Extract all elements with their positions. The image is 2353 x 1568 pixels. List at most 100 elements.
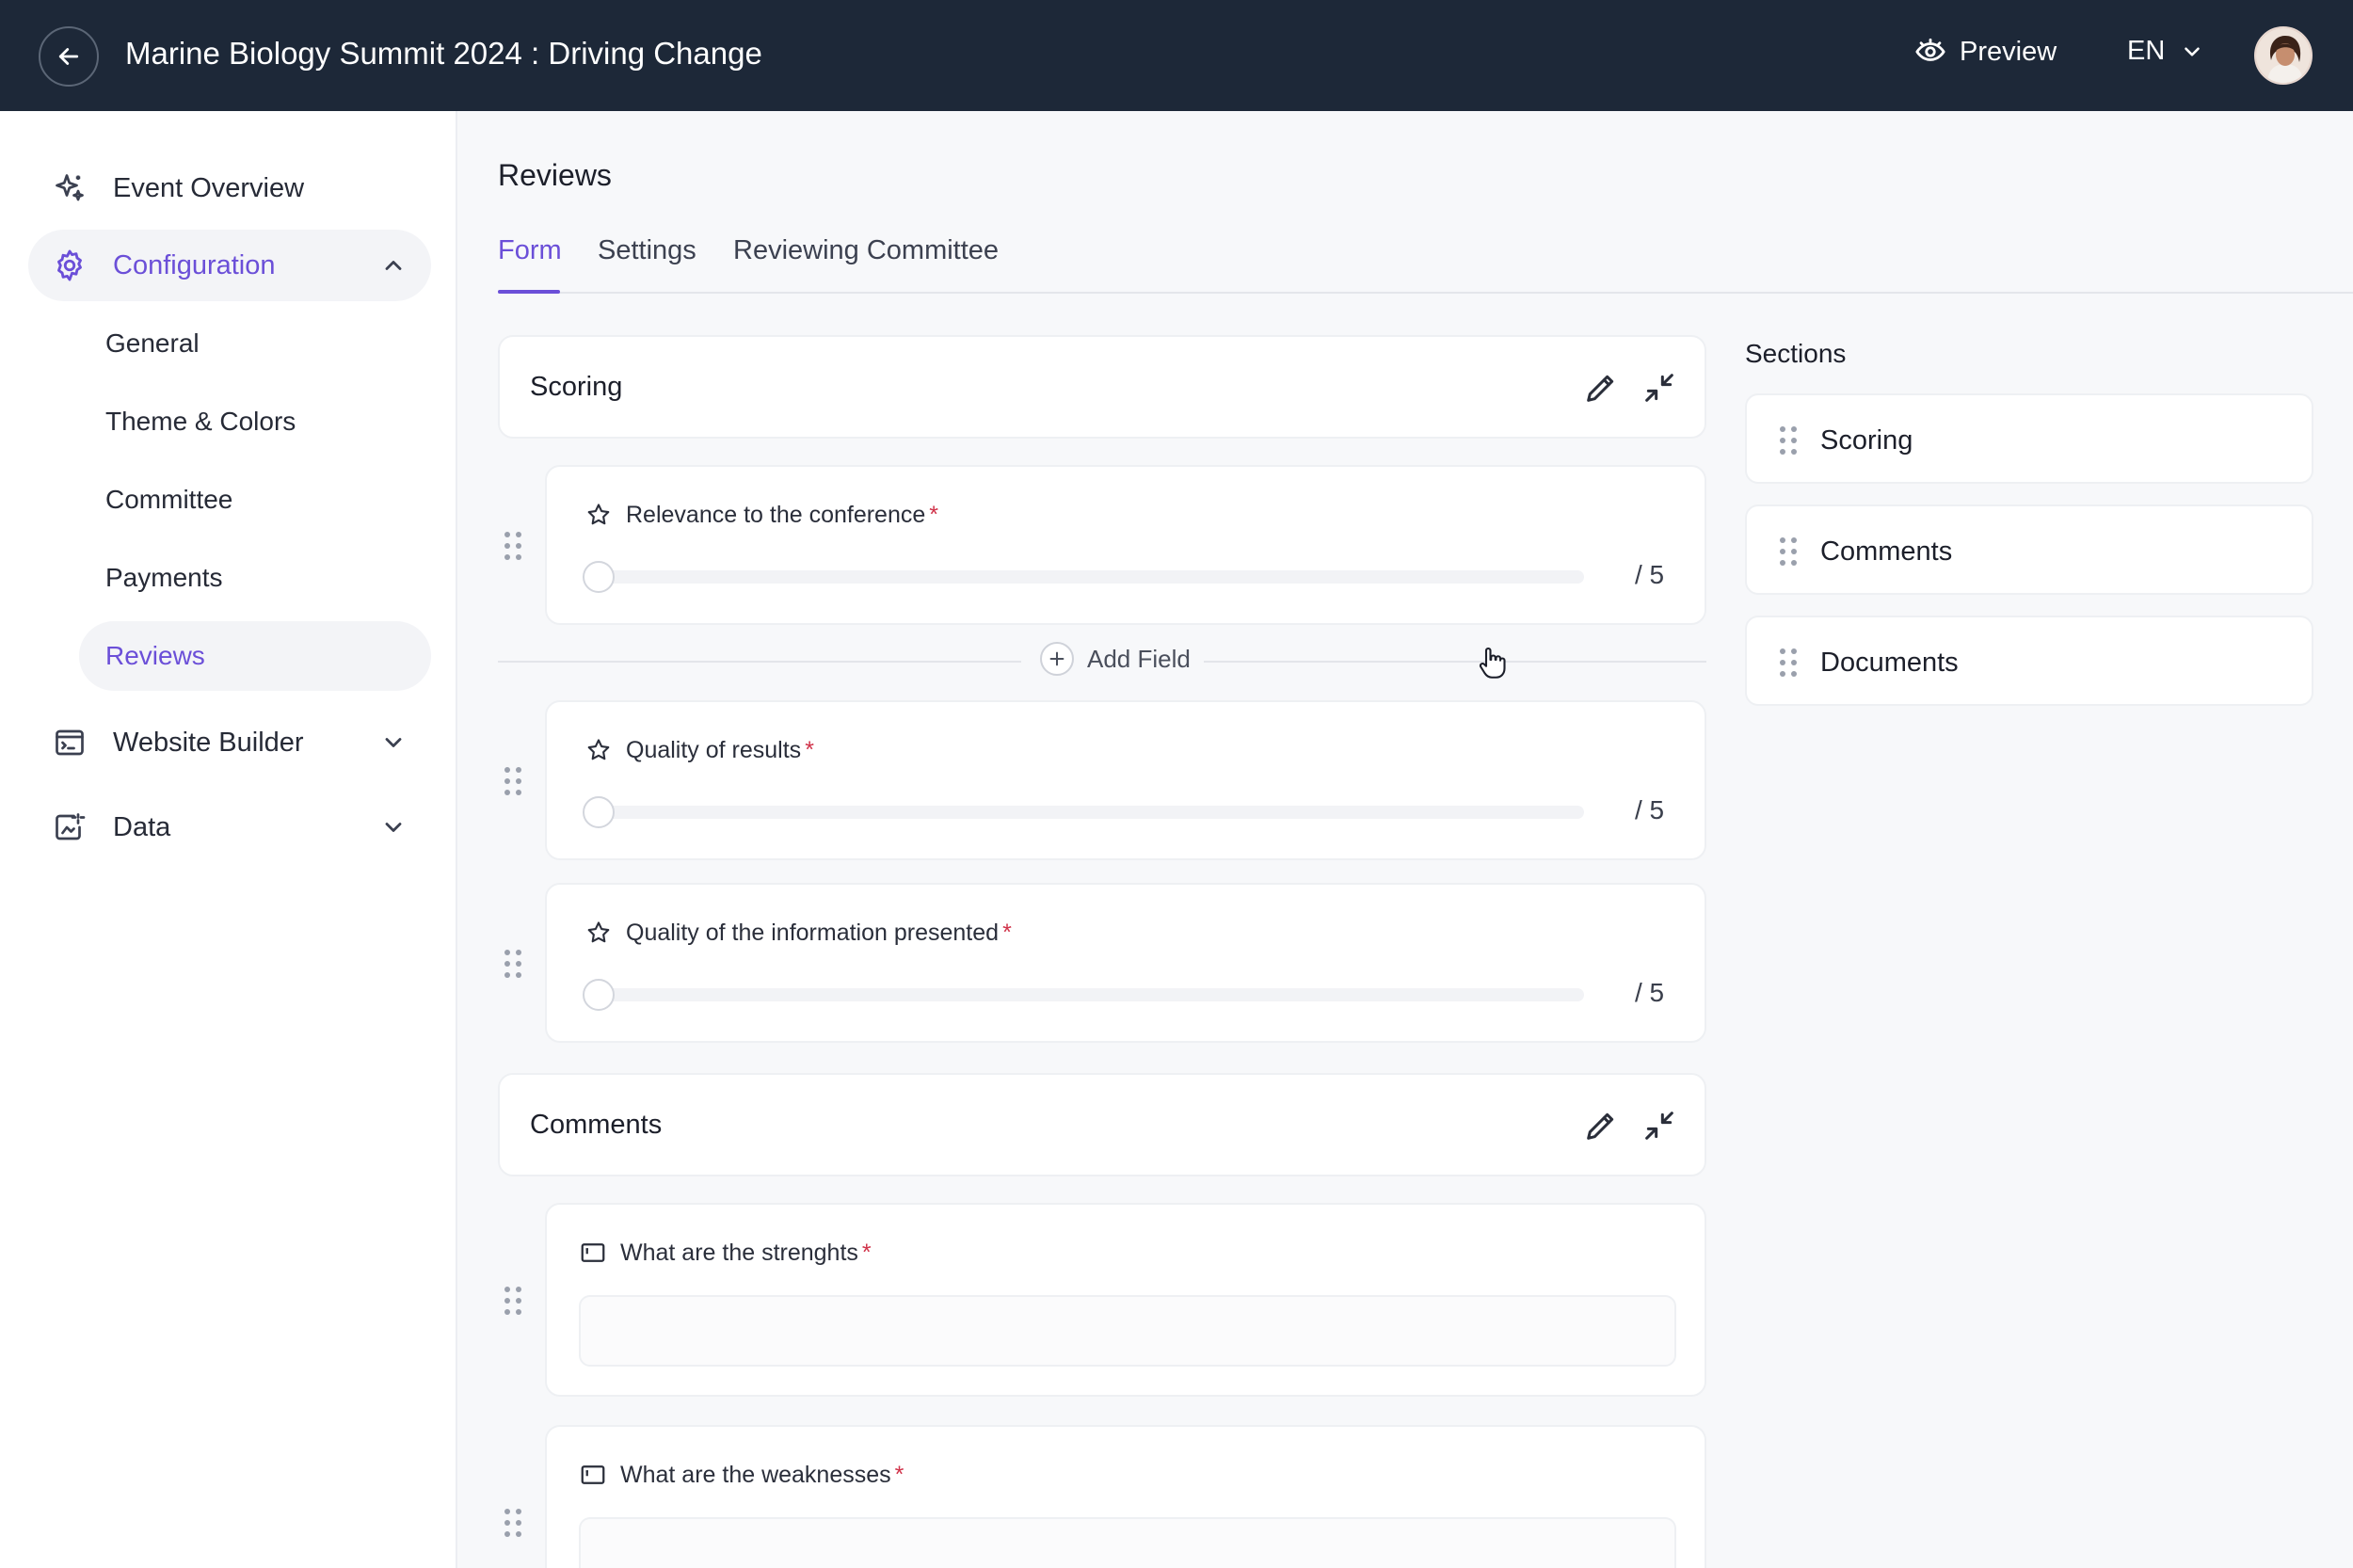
subitem-label: Reviews [105, 641, 205, 670]
sidebar-subitem-payments[interactable]: Payments [79, 543, 431, 613]
section-item-comments[interactable]: Comments [1745, 504, 2313, 595]
sidebar-item-label: Data [113, 811, 171, 842]
sidebar-subitem-committee[interactable]: Committee [79, 465, 431, 535]
tab-settings[interactable]: Settings [598, 235, 696, 266]
subitem-label: Payments [105, 563, 223, 592]
field-label: What are the weaknesses * [579, 1461, 904, 1489]
chevron-down-icon [2185, 46, 2201, 56]
section-drag-handle[interactable] [1777, 424, 1800, 457]
edit-section-button[interactable] [1582, 1107, 1620, 1144]
field-label-text: What are the weaknesses [620, 1461, 891, 1488]
preview-button[interactable]: Preview [1914, 36, 2057, 68]
sidebar-item-label: Event Overview [113, 172, 305, 203]
collapse-section-button[interactable] [1641, 369, 1678, 407]
drag-handle-icon [504, 1509, 521, 1537]
required-marker: * [861, 1239, 872, 1266]
weaknesses-textbox[interactable] [579, 1517, 1676, 1568]
scoring-field-card: Quality of the information presented * /… [545, 883, 1706, 1043]
comment-field-card: What are the weaknesses * [545, 1425, 1706, 1568]
field-drag-handle[interactable] [502, 764, 524, 798]
section-title: Scoring [530, 372, 623, 402]
section-title: Comments [530, 1110, 663, 1140]
field-drag-handle[interactable] [502, 947, 524, 981]
drag-handle-icon [1780, 648, 1797, 677]
add-field-button[interactable]: Add Field [1027, 642, 1204, 676]
sidebar-subitem-theme-colors[interactable]: Theme & Colors [79, 387, 431, 456]
back-button[interactable] [39, 26, 99, 87]
tab-reviewing-committee[interactable]: Reviewing Committee [733, 235, 999, 266]
slider-thumb[interactable] [583, 979, 615, 1011]
section-item-label: Scoring [1820, 425, 1913, 456]
score-slider[interactable] [583, 979, 1584, 1011]
required-marker: * [805, 736, 814, 763]
section-item-label: Documents [1820, 648, 1959, 678]
text-field-icon [579, 1461, 607, 1489]
strengths-textbox[interactable] [579, 1295, 1676, 1367]
divider-line [498, 661, 1021, 663]
star-icon [584, 736, 613, 764]
star-icon [584, 919, 613, 947]
subitem-label: Committee [105, 485, 233, 514]
collapse-icon [1645, 374, 1673, 402]
language-select[interactable]: EN [2127, 36, 2204, 67]
sidebar-item-configuration[interactable]: Configuration [28, 230, 431, 301]
score-slider[interactable] [583, 796, 1584, 828]
sidebar-item-data[interactable]: Data [28, 792, 431, 863]
drag-handle-icon [504, 950, 521, 978]
section-item-documents[interactable]: Documents [1745, 616, 2313, 706]
sidebar-item-website-builder[interactable]: Website Builder [28, 707, 431, 778]
sidebar: Event Overview Configuration General The… [0, 111, 457, 1568]
text-field-icon [579, 1239, 607, 1267]
drag-handle-icon [504, 532, 521, 560]
section-item-label: Comments [1820, 536, 1953, 567]
sidebar-subitem-reviews[interactable]: Reviews [79, 621, 431, 691]
field-label-text: Quality of the information presented [626, 919, 1000, 946]
field-label: Quality of the information presented * [584, 919, 1012, 947]
edit-section-button[interactable] [1582, 369, 1620, 407]
field-drag-handle[interactable] [502, 1506, 524, 1540]
required-marker: * [929, 501, 938, 528]
sidebar-item-event-overview[interactable]: Event Overview [28, 152, 431, 224]
language-value: EN [2127, 36, 2166, 66]
section-drag-handle[interactable] [1777, 535, 1800, 568]
drag-handle-icon [1780, 537, 1797, 566]
field-label-text: Quality of results [626, 736, 802, 763]
plus-icon [1040, 642, 1074, 676]
avatar[interactable] [2254, 26, 2313, 85]
star-icon [584, 501, 613, 529]
section-drag-handle[interactable] [1777, 646, 1800, 680]
chevron-up-icon [385, 261, 402, 270]
top-bar: Marine Biology Summit 2024 : Driving Cha… [0, 0, 2353, 111]
section-item-scoring[interactable]: Scoring [1745, 393, 2313, 484]
field-drag-handle[interactable] [502, 1284, 524, 1318]
score-max: / 5 [1635, 560, 1665, 589]
comment-field-card: What are the strenghts * [545, 1203, 1706, 1397]
collapse-section-button[interactable] [1641, 1107, 1678, 1144]
field-label: What are the strenghts * [579, 1239, 872, 1267]
gear-icon [49, 245, 90, 286]
field-label: Quality of results * [584, 736, 814, 764]
user-photo-icon [2256, 28, 2311, 83]
slider-thumb[interactable] [583, 561, 615, 593]
pencil-icon [1587, 1112, 1614, 1140]
tab-form[interactable]: Form [498, 235, 562, 266]
drag-handle-icon [504, 767, 521, 795]
scoring-field-card: Quality of results * / 5 [545, 700, 1706, 860]
add-field-divider: Add Field [498, 642, 1706, 676]
hand-cursor-icon [1479, 647, 1506, 679]
arrow-left-icon [58, 48, 79, 65]
field-label-text: Relevance to the conference [626, 501, 926, 528]
slider-thumb[interactable] [583, 796, 615, 828]
sparkle-icon [49, 168, 90, 209]
subitem-label: Theme & Colors [105, 407, 296, 436]
scoring-field-card: Relevance to the conference * / 5 [545, 465, 1706, 625]
pencil-icon [1587, 375, 1614, 402]
scoring-section-card: Scoring [498, 335, 1706, 439]
sidebar-item-label: Configuration [113, 249, 276, 280]
subitem-label: General [105, 328, 200, 358]
score-slider[interactable] [583, 561, 1584, 593]
field-drag-handle[interactable] [502, 529, 524, 563]
active-tab-indicator [498, 290, 560, 294]
sidebar-subitem-general[interactable]: General [79, 309, 431, 378]
drag-handle-icon [1780, 426, 1797, 455]
